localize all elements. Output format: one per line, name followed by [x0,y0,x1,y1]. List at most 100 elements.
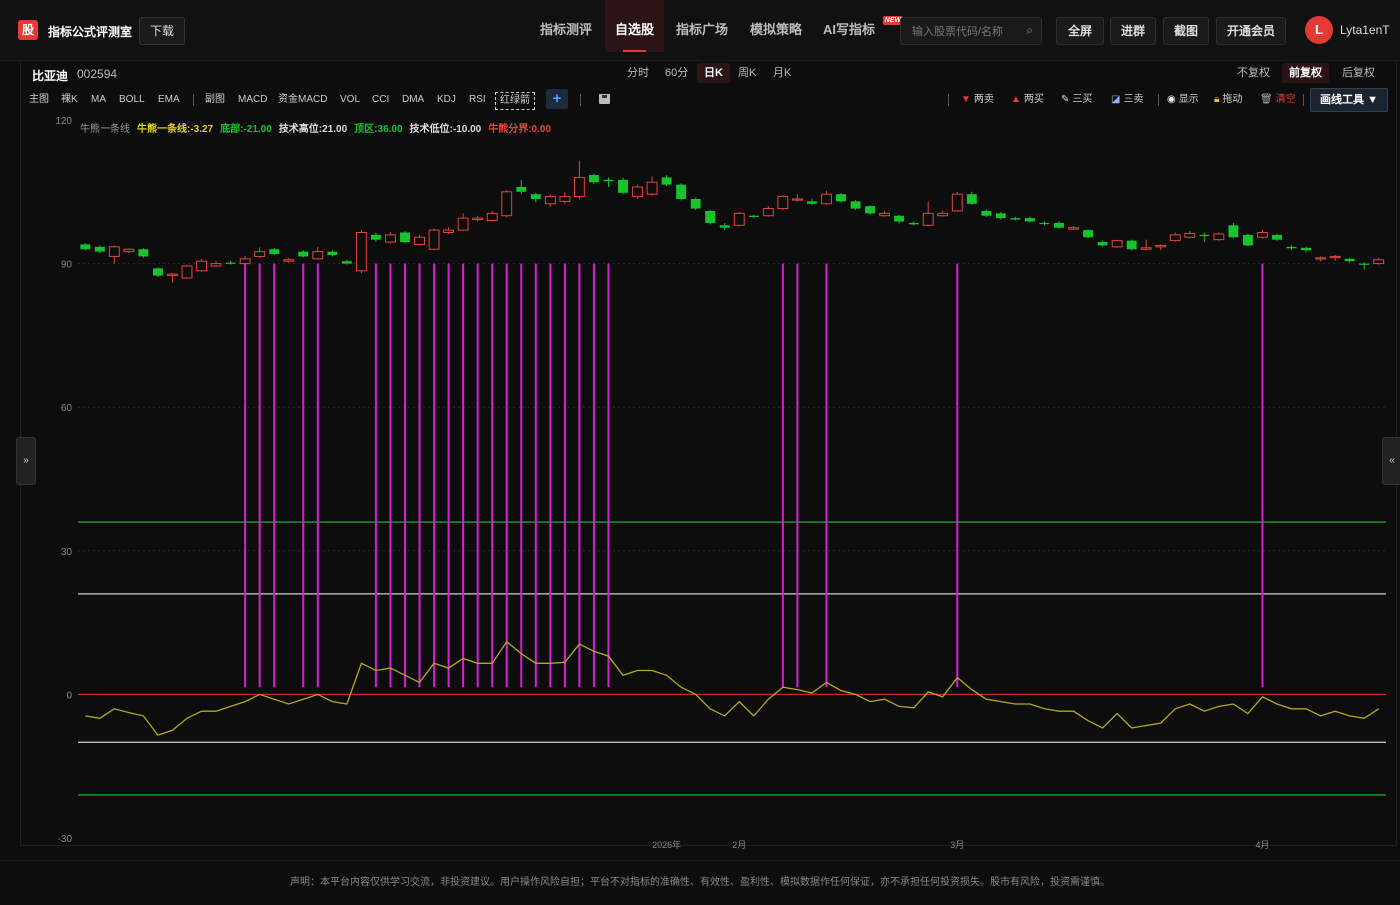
candle-body-down [1199,234,1210,237]
candle-body-up [821,193,832,205]
candle-body-up [501,191,513,217]
candle-body-up [123,248,135,253]
candle-body-up [937,212,949,217]
candle-body-down [1083,230,1094,238]
collapse-right-button[interactable]: « [1382,437,1400,485]
x-tick-label: 4月 [1255,840,1269,850]
candle-body-up [544,196,556,205]
candle-body-up [181,265,193,279]
x-tick-label: 3月 [950,840,964,850]
y-tick-label: 0 [66,690,72,701]
candle-body-down [152,268,163,276]
candle-body-down [603,179,614,182]
candle-body-down [719,225,730,228]
candle-body-up [283,259,295,262]
candle-body-up [312,251,324,260]
candle-body-down [225,262,236,264]
candle-body-down [1054,222,1064,228]
x-tick-label: 2026年 [652,839,681,850]
y-tick-label: 120 [55,116,72,127]
candle-body-up [472,217,484,221]
candle-body-down [705,210,716,223]
candle-body-down [690,198,701,209]
x-tick-label: 2月 [732,840,746,850]
candle-body-up [1068,227,1079,230]
candle-body-down [370,234,381,240]
candle-body-down [1301,247,1312,251]
candle-body-up [1155,244,1167,248]
candle-body-up [791,198,803,201]
candle-body-up [632,186,643,198]
candle-body-down [981,210,992,216]
y-tick-label: 90 [61,260,73,271]
candle-body-up [951,193,963,212]
candle-body-down [748,215,759,217]
candle-body-up [1111,240,1123,248]
candle-body-up [196,260,207,272]
candle-body-up [777,196,789,210]
candle-body-up [457,217,469,231]
candle-body-up [428,229,440,250]
candle-body-down [1359,263,1370,265]
candle-body-up [879,212,891,217]
candle-body-up [1373,259,1385,265]
y-tick-label: -30 [58,834,73,845]
candle-body-down [676,184,687,199]
candle-body-down [618,179,628,193]
candle-body-down [341,261,352,264]
candle-body-down [94,246,105,252]
candle-body-down [865,206,876,214]
candle-body-up [1213,233,1225,241]
candle-body-up [355,231,367,272]
kline-chart[interactable]: 120 90 60 30 0 -30 牛熊一条线 牛熊一条线:-3.27 底部:-21.00 技术… [0,0,1400,900]
candle-body-down [1097,242,1108,246]
y-tick-label: 60 [61,403,73,414]
footer-disclaimer: 声明：本平台内容仅供学习交流，非投资建议。用户操作风险自担；平台不对指标的准确性… [0,860,1400,901]
candle-body-down [588,175,599,183]
legend-item: 技术高位:21.00 [279,122,348,135]
legend-item: 顶区:36.00 [354,123,403,135]
candle-body-up [1140,247,1152,250]
candle-body-up [559,196,571,202]
candle-body-down [298,251,309,257]
candle-body-down [894,215,905,222]
candle-body-down [516,187,527,192]
candle-body-up [254,251,266,257]
candle-body-down [1039,222,1050,225]
candle-body-up [210,263,222,267]
candle-body-up [1257,231,1268,238]
candle-body-down [269,249,280,255]
candle-body-down [1126,240,1137,250]
candle-body-down [138,249,149,257]
candle-body-down [908,222,919,225]
legend-item: 牛熊分界:0.00 [488,122,551,135]
collapse-left-button[interactable]: » [16,437,36,485]
y-tick-label: 30 [61,547,73,558]
candle-body-up [922,212,934,226]
candle-body-up [443,229,455,233]
candle-body-down [806,201,817,204]
candle-body-down [1024,218,1035,222]
candle-body-down [80,244,91,250]
candle-body-down [400,232,410,243]
candle-body-down [995,213,1006,219]
candle-body-down [836,194,846,202]
candle-body-down [1286,246,1297,249]
candle-body-down [1272,234,1282,240]
legend-item: 牛熊一条线 [80,122,130,135]
candle-body-down [1344,258,1355,262]
candle-body-up [486,212,498,222]
candle-body-up [414,236,425,245]
candle-body-down [661,177,672,185]
candle-body-up [573,176,585,198]
candle-body-up [1169,234,1181,242]
candle-body-up [239,258,251,265]
candle-body-down [530,194,541,199]
candle-body-up [1184,232,1196,238]
candle-body-down [1010,218,1021,220]
candle-body-up [733,212,745,226]
candle-body-up [1315,257,1327,260]
candle-body-down [1242,234,1253,246]
candle-body-up [1329,255,1341,259]
candle-body-down [1228,225,1239,238]
